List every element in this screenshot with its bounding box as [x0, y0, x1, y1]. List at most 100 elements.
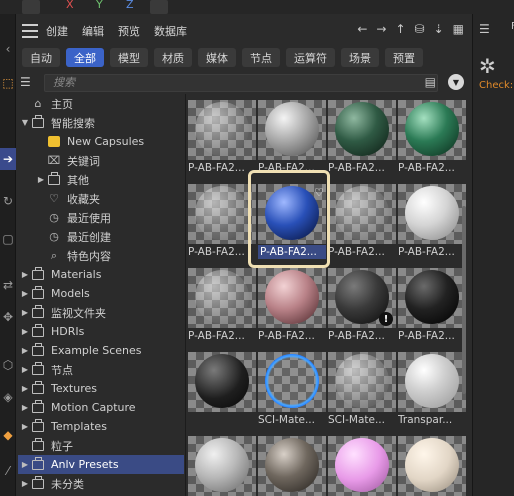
- expand-arrow-icon[interactable]: ▶: [20, 403, 30, 412]
- menu-edit[interactable]: 编辑: [82, 23, 104, 39]
- tree-item[interactable]: ▶ 其他: [18, 170, 184, 189]
- move-tool-icon[interactable]: ➔: [0, 148, 16, 170]
- tab-presets[interactable]: 预置: [385, 48, 423, 67]
- download-icon[interactable]: ⇣: [434, 22, 444, 36]
- tree-item[interactable]: ▶ 节点: [18, 360, 184, 379]
- material-thumbnail[interactable]: [188, 352, 256, 430]
- expand-arrow-icon[interactable]: ▶: [20, 365, 30, 374]
- material-thumbnail[interactable]: P-AB-FA2...: [398, 184, 466, 262]
- material-thumbnail[interactable]: P-AB-FA2...: [188, 184, 256, 262]
- paint-tool-icon[interactable]: ◆: [0, 424, 16, 446]
- tree-item[interactable]: ▶ Anlv Presets: [18, 455, 184, 474]
- expand-arrow-icon[interactable]: ▶: [36, 175, 46, 184]
- axis-z-label[interactable]: Z: [126, 0, 134, 11]
- folder-icon: [30, 399, 46, 415]
- tab-auto[interactable]: 自动: [22, 48, 60, 67]
- tree-item[interactable]: ▶ HDRIs: [18, 322, 184, 341]
- tab-nodes[interactable]: 节点: [242, 48, 280, 67]
- material-thumbnail[interactable]: [258, 436, 326, 496]
- axis-x-label[interactable]: X: [66, 0, 74, 11]
- scale-tool-icon[interactable]: ✥: [0, 306, 16, 328]
- chevron-icon[interactable]: ‹: [0, 38, 16, 60]
- point-tool-icon[interactable]: ◈: [0, 386, 16, 408]
- thumbnail-label: P-AB-FA2...: [188, 246, 245, 258]
- menu-preview[interactable]: 预览: [118, 23, 140, 39]
- expand-arrow-icon[interactable]: ▶: [20, 327, 30, 336]
- material-thumbnail[interactable]: P-AB-FA2...: [188, 268, 256, 346]
- tree-item[interactable]: ▶ Example Scenes: [18, 341, 184, 360]
- expand-arrow-icon[interactable]: ▶: [20, 479, 30, 488]
- material-thumbnail[interactable]: ! P-AB-FA2...: [328, 268, 396, 346]
- tree-item[interactable]: ▼ 智能搜索: [18, 113, 184, 132]
- material-thumbnail[interactable]: P-AB-FA2...: [328, 100, 396, 178]
- cube-icon[interactable]: [150, 0, 168, 14]
- tree-item[interactable]: ♡ 收藏夹: [18, 189, 184, 208]
- material-thumbnail[interactable]: P-AB-FA2...: [398, 268, 466, 346]
- material-thumbnail[interactable]: [328, 436, 396, 496]
- material-thumbnail[interactable]: P-AB-FA2...: [258, 100, 326, 178]
- up-arrow-icon[interactable]: ↑: [395, 22, 405, 36]
- tree-item[interactable]: ▶ Motion Capture: [18, 398, 184, 417]
- tree-item[interactable]: ⌧ 关键词: [18, 151, 184, 170]
- expand-arrow-icon[interactable]: ▶: [20, 270, 30, 279]
- tab-materials[interactable]: 材质: [154, 48, 192, 67]
- material-thumbnail[interactable]: P-AB-FA2...: [328, 184, 396, 262]
- expand-arrow-icon[interactable]: ▼: [20, 118, 30, 127]
- tree-item[interactable]: New Capsules: [18, 132, 184, 151]
- tree-item[interactable]: ▶ 监视文件夹: [18, 303, 184, 322]
- tab-media[interactable]: 媒体: [198, 48, 236, 67]
- forward-arrow-icon[interactable]: →: [376, 22, 386, 36]
- material-thumbnail[interactable]: SCI-Mate...: [328, 352, 396, 430]
- tab-scenes[interactable]: 场景: [341, 48, 379, 67]
- tree-item[interactable]: ▶ Materials: [18, 265, 184, 284]
- menu-icon[interactable]: ☰: [479, 22, 490, 36]
- grid-scrollbar[interactable]: [462, 206, 466, 394]
- square-icon[interactable]: [22, 0, 40, 14]
- axis-y-label[interactable]: Y: [96, 0, 103, 11]
- material-thumbnail[interactable]: [188, 436, 256, 496]
- menu-create[interactable]: 创建: [46, 23, 68, 39]
- material-thumbnail[interactable]: P-AB-FA2...: [258, 268, 326, 346]
- tab-operators[interactable]: 运算符: [286, 48, 335, 67]
- thumbnail-image: [258, 100, 326, 160]
- back-arrow-icon[interactable]: ←: [357, 22, 367, 36]
- material-thumbnail[interactable]: P-AB-FA2...: [398, 100, 466, 178]
- material-thumbnail[interactable]: Transpar...: [398, 352, 466, 430]
- database-icon[interactable]: ⛁: [415, 22, 425, 36]
- knife-tool-icon[interactable]: ⁄: [0, 460, 16, 482]
- expand-arrow-icon[interactable]: ▶: [20, 308, 30, 317]
- expand-arrow-icon[interactable]: ▶: [20, 422, 30, 431]
- tree-item[interactable]: 粒子: [18, 436, 184, 455]
- tree-item[interactable]: ⌂ 主页: [18, 94, 184, 113]
- arrows-tool-icon[interactable]: ⇄: [0, 274, 16, 296]
- material-thumbnail[interactable]: [398, 436, 466, 496]
- tree-item-label: 粒子: [51, 439, 73, 453]
- tree-item[interactable]: ▶ Templates: [18, 417, 184, 436]
- expand-arrow-icon[interactable]: ▶: [20, 346, 30, 355]
- tree-item-label: 关键词: [67, 154, 100, 168]
- frame-tool-icon[interactable]: ▢: [0, 228, 16, 250]
- rotate-tool-icon[interactable]: ↻: [0, 190, 16, 212]
- dropdown-chevron-icon[interactable]: ▼: [448, 74, 464, 90]
- material-thumbnail[interactable]: SCI-Mate...: [258, 352, 326, 430]
- select-tool-icon[interactable]: ⬚: [0, 72, 16, 94]
- material-thumbnail[interactable]: P-AB-FA2...: [188, 100, 256, 178]
- tree-item[interactable]: ▶ Models: [18, 284, 184, 303]
- tab-all[interactable]: 全部: [66, 48, 104, 67]
- menu-database[interactable]: 数据库: [154, 23, 187, 39]
- tree-item[interactable]: ▶ 未分类: [18, 474, 184, 493]
- tree-item[interactable]: ⌕ 特色内容: [18, 246, 184, 265]
- hamburger-menu-icon[interactable]: [22, 24, 38, 38]
- grid-icon[interactable]: ▦: [453, 22, 464, 36]
- search-input[interactable]: 搜索: [44, 74, 438, 92]
- collapse-tree-icon[interactable]: ☰: [20, 75, 34, 89]
- expand-arrow-icon[interactable]: ▶: [20, 460, 30, 469]
- expand-arrow-icon[interactable]: ▶: [20, 289, 30, 298]
- expand-arrow-icon[interactable]: ▶: [20, 384, 30, 393]
- filter-folder-icon[interactable]: ▤: [425, 75, 436, 89]
- polygon-tool-icon[interactable]: ⬡: [0, 354, 16, 376]
- tree-item[interactable]: ◷ 最近使用: [18, 208, 184, 227]
- tab-models[interactable]: 模型: [110, 48, 148, 67]
- tree-item[interactable]: ◷ 最近创建: [18, 227, 184, 246]
- tree-item[interactable]: ▶ Textures: [18, 379, 184, 398]
